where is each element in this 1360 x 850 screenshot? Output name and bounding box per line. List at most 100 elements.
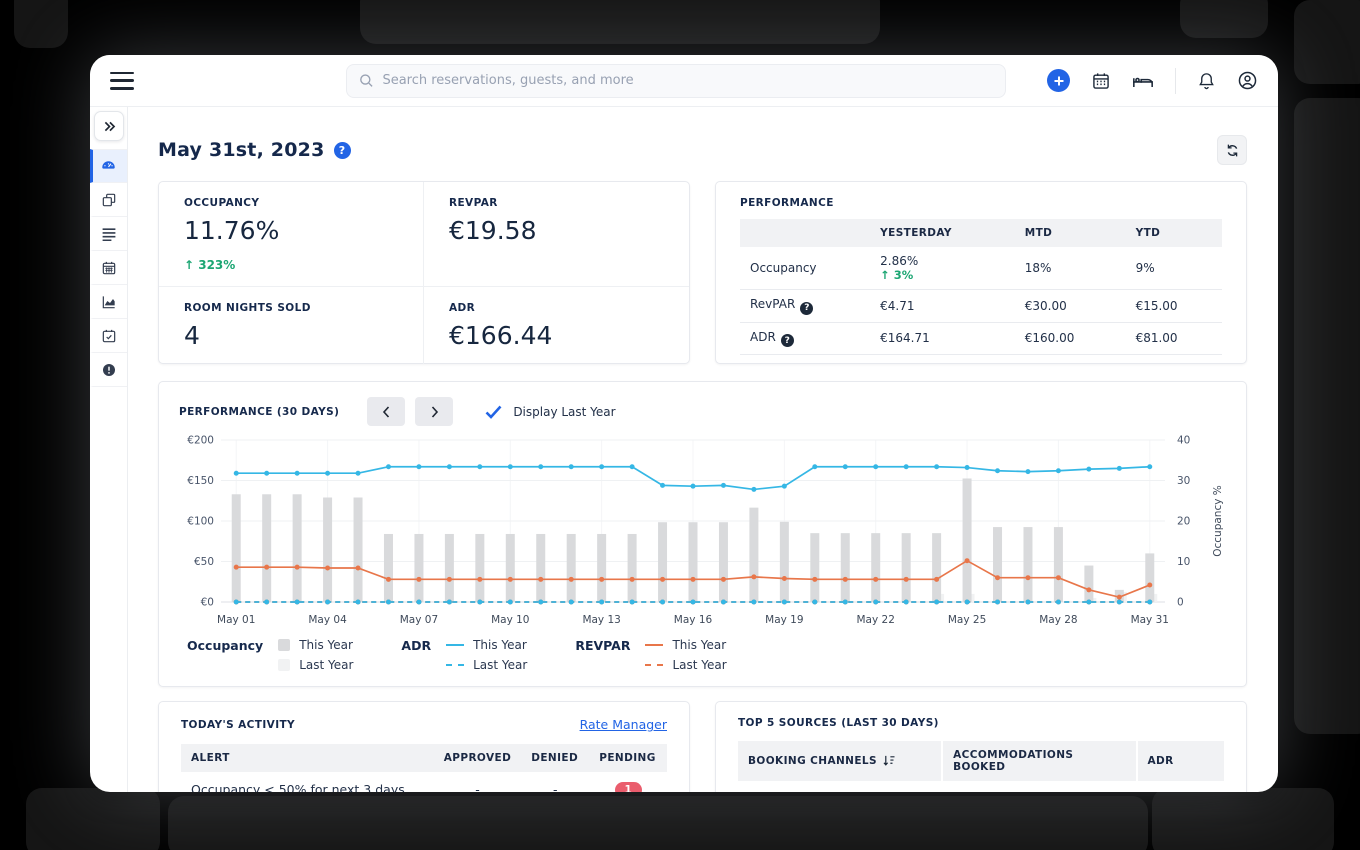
alert-text: Occupancy < 50% for next 3 days (181, 772, 434, 792)
performance-title: PERFORMANCE (740, 197, 1222, 209)
legend-item[interactable]: This Year (446, 638, 527, 652)
column-header: ADR (1137, 741, 1225, 781)
legend-item[interactable]: Last Year (645, 658, 726, 672)
cell-mtd: €30.00 (1015, 290, 1126, 323)
sidebar-item-reservations[interactable] (90, 183, 127, 217)
dashboard-gauge-icon (100, 158, 117, 175)
help-icon[interactable]: ? (781, 334, 794, 347)
dashed-line-swatch (446, 664, 464, 666)
cell-ytd: €81.00 (1126, 322, 1222, 355)
denied-value: - (521, 772, 589, 792)
chevron-left-icon (382, 406, 391, 418)
user-avatar-icon (1237, 70, 1258, 91)
kpi-card: OCCUPANCY 11.76% ↑ 323% REVPAR €19.58 RO… (158, 181, 690, 364)
refresh-button[interactable] (1217, 135, 1247, 165)
legend-item[interactable]: This Year (278, 638, 353, 652)
pending-badge[interactable]: 1 (615, 782, 642, 792)
notifications-button[interactable] (1197, 71, 1216, 91)
kpi-value: €19.58 (449, 216, 689, 245)
background-shape (1180, 0, 1268, 38)
main-content: May 31st, 2023 ? OCCUPANCY 11.76% ↑ 323%… (128, 107, 1278, 792)
svg-text:€200: €200 (187, 435, 214, 447)
legend-group-name: ADR (401, 638, 431, 672)
bar-swatch (278, 659, 290, 671)
legend-item[interactable]: This Year (645, 638, 726, 652)
calendar-grid-icon (101, 260, 117, 276)
svg-text:May 22: May 22 (857, 614, 895, 626)
sources-table: BOOKING CHANNELS ACCOMMODATIONS BOOKED A… (738, 741, 1224, 792)
legend-group-occupancy: Occupancy This Year Last Year (187, 638, 353, 672)
background-shape (1294, 98, 1360, 734)
sidebar-item-list[interactable] (90, 217, 127, 251)
svg-text:May 25: May 25 (948, 614, 986, 626)
kpi-label: REVPAR (449, 197, 689, 209)
sidebar-item-dashboard[interactable] (90, 149, 127, 183)
sidebar-item-calendar[interactable] (90, 251, 127, 285)
sidebar-item-reports[interactable] (90, 285, 127, 319)
sidebar-item-bookings[interactable] (90, 319, 127, 353)
legend-item[interactable]: Last Year (446, 658, 527, 672)
account-button[interactable] (1237, 70, 1258, 91)
column-header-sortable[interactable]: BOOKING CHANNELS (738, 741, 942, 781)
help-icon[interactable]: ? (800, 302, 813, 315)
copy-pages-icon (101, 192, 117, 208)
sidebar-expand-button[interactable] (94, 111, 124, 141)
column-header: MTD (1015, 219, 1126, 247)
bed-icon (1132, 71, 1154, 91)
chart-prev-button[interactable] (367, 397, 405, 426)
search-icon (359, 73, 373, 88)
booked-count-link[interactable]: 1 (942, 781, 1136, 792)
svg-text:May 19: May 19 (765, 614, 803, 626)
column-header: APPROVED (434, 744, 521, 772)
svg-text:20: 20 (1177, 516, 1190, 528)
svg-text:Occupancy %: Occupancy % (1212, 485, 1224, 557)
kpi-adr: ADR €166.44 (424, 287, 689, 364)
chart-legend: Occupancy This Year Last Year ADR This Y… (187, 638, 1226, 672)
table-row: Website/Booking Engine 1 €100.00 (738, 781, 1224, 792)
alert-circle-icon (101, 362, 117, 378)
area-chart-icon (101, 294, 117, 310)
top-sources-card: TOP 5 SOURCES (LAST 30 DAYS) BOOKING CHA… (715, 701, 1247, 792)
create-new-button[interactable] (1047, 69, 1070, 92)
kpi-value: 11.76% (184, 216, 423, 245)
svg-text:€100: €100 (187, 516, 214, 528)
calendar-button[interactable] (1091, 71, 1111, 91)
column-header: ACCOMMODATIONS BOOKED (942, 741, 1136, 781)
cell-yesterday: €164.71 (870, 322, 1015, 355)
column-header: ALERT (181, 744, 434, 772)
legend-item[interactable]: Last Year (278, 658, 353, 672)
adr-value: €100.00 (1137, 781, 1225, 792)
page-help-icon[interactable]: ? (334, 142, 351, 159)
chart-next-button[interactable] (415, 397, 453, 426)
rooms-button[interactable] (1132, 71, 1154, 91)
global-search[interactable] (346, 64, 1006, 98)
sidebar-item-alerts[interactable] (90, 353, 127, 387)
rate-manager-link[interactable]: Rate Manager (580, 717, 667, 732)
kpi-value: €166.44 (449, 321, 689, 350)
cell-yesterday: €4.71 (870, 290, 1015, 323)
plus-icon (1053, 75, 1065, 87)
svg-text:40: 40 (1177, 435, 1190, 447)
legend-group-revpar: REVPAR This Year Last Year (575, 638, 726, 672)
bell-icon (1197, 71, 1216, 91)
kpi-label: ROOM NIGHTS SOLD (184, 302, 423, 314)
cell-yesterday: 2.86%↑ 3% (870, 247, 1015, 290)
svg-text:May 13: May 13 (582, 614, 620, 626)
display-last-year-checkbox[interactable]: Display Last Year (485, 405, 615, 419)
top-bar (90, 55, 1278, 107)
hamburger-menu-button[interactable] (110, 72, 134, 90)
kpi-label: OCCUPANCY (184, 197, 423, 209)
topbar-actions (1047, 68, 1258, 94)
background-shape (1152, 788, 1334, 850)
background-shape (168, 796, 1148, 850)
background-shape (1294, 0, 1360, 84)
bar-swatch (278, 639, 290, 651)
svg-text:May 10: May 10 (491, 614, 529, 626)
approved-value: - (434, 772, 521, 792)
svg-text:May 16: May 16 (674, 614, 713, 626)
performance-card: PERFORMANCE YESTERDAY MTD YTD Occupancy … (715, 181, 1247, 364)
activity-table: ALERT APPROVED DENIED PENDING Occupancy … (181, 744, 667, 792)
kpi-delta: ↑ 323% (184, 258, 423, 272)
column-header: PENDING (589, 744, 667, 772)
search-input[interactable] (382, 73, 993, 88)
